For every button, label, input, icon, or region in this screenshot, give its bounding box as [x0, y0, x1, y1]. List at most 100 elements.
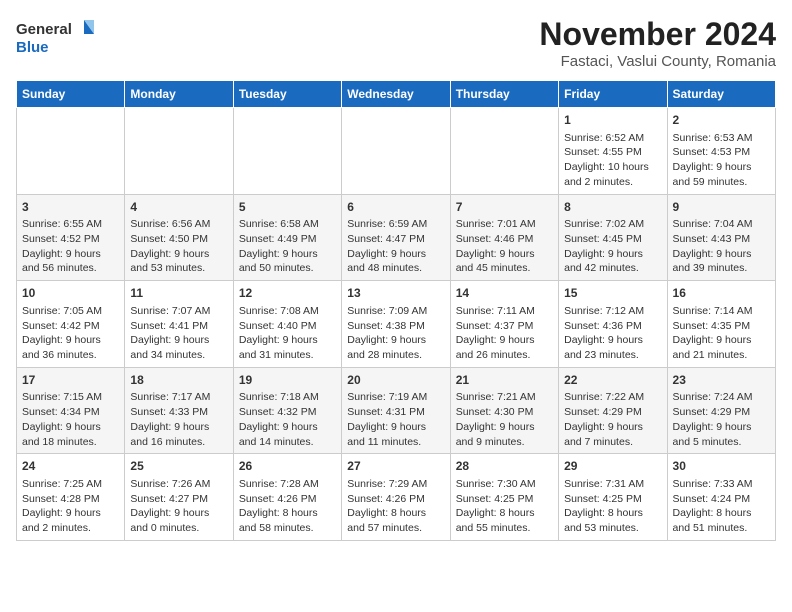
- day-info: Sunrise: 7:30 AM: [456, 477, 553, 492]
- day-info: Daylight: 9 hours and 45 minutes.: [456, 247, 553, 276]
- day-number: 23: [673, 372, 770, 389]
- calendar-cell: 12Sunrise: 7:08 AMSunset: 4:40 PMDayligh…: [233, 281, 341, 368]
- day-info: Daylight: 9 hours and 28 minutes.: [347, 333, 444, 362]
- calendar-cell: 27Sunrise: 7:29 AMSunset: 4:26 PMDayligh…: [342, 454, 450, 541]
- weekday-header-wednesday: Wednesday: [342, 81, 450, 108]
- day-info: Sunset: 4:37 PM: [456, 319, 553, 334]
- day-info: Sunset: 4:43 PM: [673, 232, 770, 247]
- day-info: Daylight: 9 hours and 39 minutes.: [673, 247, 770, 276]
- day-number: 26: [239, 458, 336, 475]
- day-info: Sunrise: 7:26 AM: [130, 477, 227, 492]
- day-info: Sunset: 4:45 PM: [564, 232, 661, 247]
- day-info: Daylight: 9 hours and 34 minutes.: [130, 333, 227, 362]
- day-number: 21: [456, 372, 553, 389]
- day-info: Daylight: 9 hours and 11 minutes.: [347, 420, 444, 449]
- calendar-week-3: 10Sunrise: 7:05 AMSunset: 4:42 PMDayligh…: [17, 281, 776, 368]
- calendar-cell: [17, 108, 125, 195]
- day-info: Daylight: 9 hours and 5 minutes.: [673, 420, 770, 449]
- day-number: 3: [22, 199, 119, 216]
- day-number: 15: [564, 285, 661, 302]
- day-info: Sunset: 4:38 PM: [347, 319, 444, 334]
- calendar-cell: 19Sunrise: 7:18 AMSunset: 4:32 PMDayligh…: [233, 367, 341, 454]
- day-info: Sunset: 4:26 PM: [239, 492, 336, 507]
- calendar-cell: 25Sunrise: 7:26 AMSunset: 4:27 PMDayligh…: [125, 454, 233, 541]
- day-info: Sunrise: 7:12 AM: [564, 304, 661, 319]
- day-info: Sunset: 4:27 PM: [130, 492, 227, 507]
- day-info: Sunset: 4:55 PM: [564, 145, 661, 160]
- day-info: Daylight: 9 hours and 9 minutes.: [456, 420, 553, 449]
- day-number: 27: [347, 458, 444, 475]
- day-info: Sunrise: 7:09 AM: [347, 304, 444, 319]
- calendar-cell: 3Sunrise: 6:55 AMSunset: 4:52 PMDaylight…: [17, 194, 125, 281]
- calendar-cell: 11Sunrise: 7:07 AMSunset: 4:41 PMDayligh…: [125, 281, 233, 368]
- day-info: Sunset: 4:35 PM: [673, 319, 770, 334]
- day-info: Sunrise: 7:17 AM: [130, 390, 227, 405]
- calendar-cell: 17Sunrise: 7:15 AMSunset: 4:34 PMDayligh…: [17, 367, 125, 454]
- weekday-header-thursday: Thursday: [450, 81, 558, 108]
- day-info: Sunrise: 7:08 AM: [239, 304, 336, 319]
- day-info: Sunset: 4:29 PM: [564, 405, 661, 420]
- day-number: 16: [673, 285, 770, 302]
- day-number: 5: [239, 199, 336, 216]
- calendar-cell: 4Sunrise: 6:56 AMSunset: 4:50 PMDaylight…: [125, 194, 233, 281]
- day-number: 2: [673, 112, 770, 129]
- calendar-cell: 5Sunrise: 6:58 AMSunset: 4:49 PMDaylight…: [233, 194, 341, 281]
- day-info: Sunrise: 7:19 AM: [347, 390, 444, 405]
- weekday-header-monday: Monday: [125, 81, 233, 108]
- weekday-header-saturday: Saturday: [667, 81, 775, 108]
- day-number: 29: [564, 458, 661, 475]
- calendar-cell: 16Sunrise: 7:14 AMSunset: 4:35 PMDayligh…: [667, 281, 775, 368]
- day-info: Sunset: 4:46 PM: [456, 232, 553, 247]
- day-number: 17: [22, 372, 119, 389]
- calendar-cell: 23Sunrise: 7:24 AMSunset: 4:29 PMDayligh…: [667, 367, 775, 454]
- day-info: Sunrise: 7:14 AM: [673, 304, 770, 319]
- day-info: Sunset: 4:36 PM: [564, 319, 661, 334]
- weekday-header-friday: Friday: [559, 81, 667, 108]
- day-info: Sunrise: 6:52 AM: [564, 131, 661, 146]
- day-info: Daylight: 9 hours and 48 minutes.: [347, 247, 444, 276]
- day-info: Daylight: 9 hours and 0 minutes.: [130, 506, 227, 535]
- day-info: Daylight: 9 hours and 50 minutes.: [239, 247, 336, 276]
- calendar-cell: 22Sunrise: 7:22 AMSunset: 4:29 PMDayligh…: [559, 367, 667, 454]
- day-info: Daylight: 9 hours and 53 minutes.: [130, 247, 227, 276]
- day-info: Sunrise: 6:56 AM: [130, 217, 227, 232]
- calendar-table: SundayMondayTuesdayWednesdayThursdayFrid…: [16, 80, 776, 541]
- day-info: Sunrise: 7:04 AM: [673, 217, 770, 232]
- day-number: 24: [22, 458, 119, 475]
- day-info: Daylight: 9 hours and 26 minutes.: [456, 333, 553, 362]
- day-info: Daylight: 9 hours and 59 minutes.: [673, 160, 770, 189]
- day-number: 14: [456, 285, 553, 302]
- calendar-week-5: 24Sunrise: 7:25 AMSunset: 4:28 PMDayligh…: [17, 454, 776, 541]
- day-info: Daylight: 9 hours and 56 minutes.: [22, 247, 119, 276]
- calendar-cell: 29Sunrise: 7:31 AMSunset: 4:25 PMDayligh…: [559, 454, 667, 541]
- calendar-cell: 26Sunrise: 7:28 AMSunset: 4:26 PMDayligh…: [233, 454, 341, 541]
- day-info: Sunset: 4:25 PM: [456, 492, 553, 507]
- svg-text:General: General: [16, 21, 72, 38]
- calendar-cell: 21Sunrise: 7:21 AMSunset: 4:30 PMDayligh…: [450, 367, 558, 454]
- calendar-cell: 7Sunrise: 7:01 AMSunset: 4:46 PMDaylight…: [450, 194, 558, 281]
- day-number: 13: [347, 285, 444, 302]
- calendar-cell: 13 Sunrise: 7:09 AMSunset: 4:38 PMDayligh…: [342, 281, 450, 368]
- day-number: 22: [564, 372, 661, 389]
- day-info: Daylight: 10 hours and 2 minutes.: [564, 160, 661, 189]
- day-number: 18: [130, 372, 227, 389]
- day-info: Sunrise: 6:53 AM: [673, 131, 770, 146]
- day-number: 1: [564, 112, 661, 129]
- logo-svg: General Blue: [16, 16, 96, 60]
- day-info: Sunset: 4:34 PM: [22, 405, 119, 420]
- day-info: Sunset: 4:40 PM: [239, 319, 336, 334]
- day-info: Sunrise: 7:24 AM: [673, 390, 770, 405]
- calendar-cell: 9Sunrise: 7:04 AMSunset: 4:43 PMDaylight…: [667, 194, 775, 281]
- day-info: Daylight: 8 hours and 55 minutes.: [456, 506, 553, 535]
- day-info: Sunset: 4:49 PM: [239, 232, 336, 247]
- day-info: Daylight: 9 hours and 36 minutes.: [22, 333, 119, 362]
- page-title: November 2024: [539, 16, 776, 53]
- day-info: Sunrise: 6:59 AM: [347, 217, 444, 232]
- day-info: Daylight: 8 hours and 53 minutes.: [564, 506, 661, 535]
- day-info: Sunrise: 6:55 AM: [22, 217, 119, 232]
- day-info: Daylight: 9 hours and 18 minutes.: [22, 420, 119, 449]
- calendar-week-4: 17Sunrise: 7:15 AMSunset: 4:34 PMDayligh…: [17, 367, 776, 454]
- calendar-cell: [450, 108, 558, 195]
- calendar-cell: 1 Sunrise: 6:52 AMSunset: 4:55 PMDaylight…: [559, 108, 667, 195]
- calendar-cell: 15Sunrise: 7:12 AMSunset: 4:36 PMDayligh…: [559, 281, 667, 368]
